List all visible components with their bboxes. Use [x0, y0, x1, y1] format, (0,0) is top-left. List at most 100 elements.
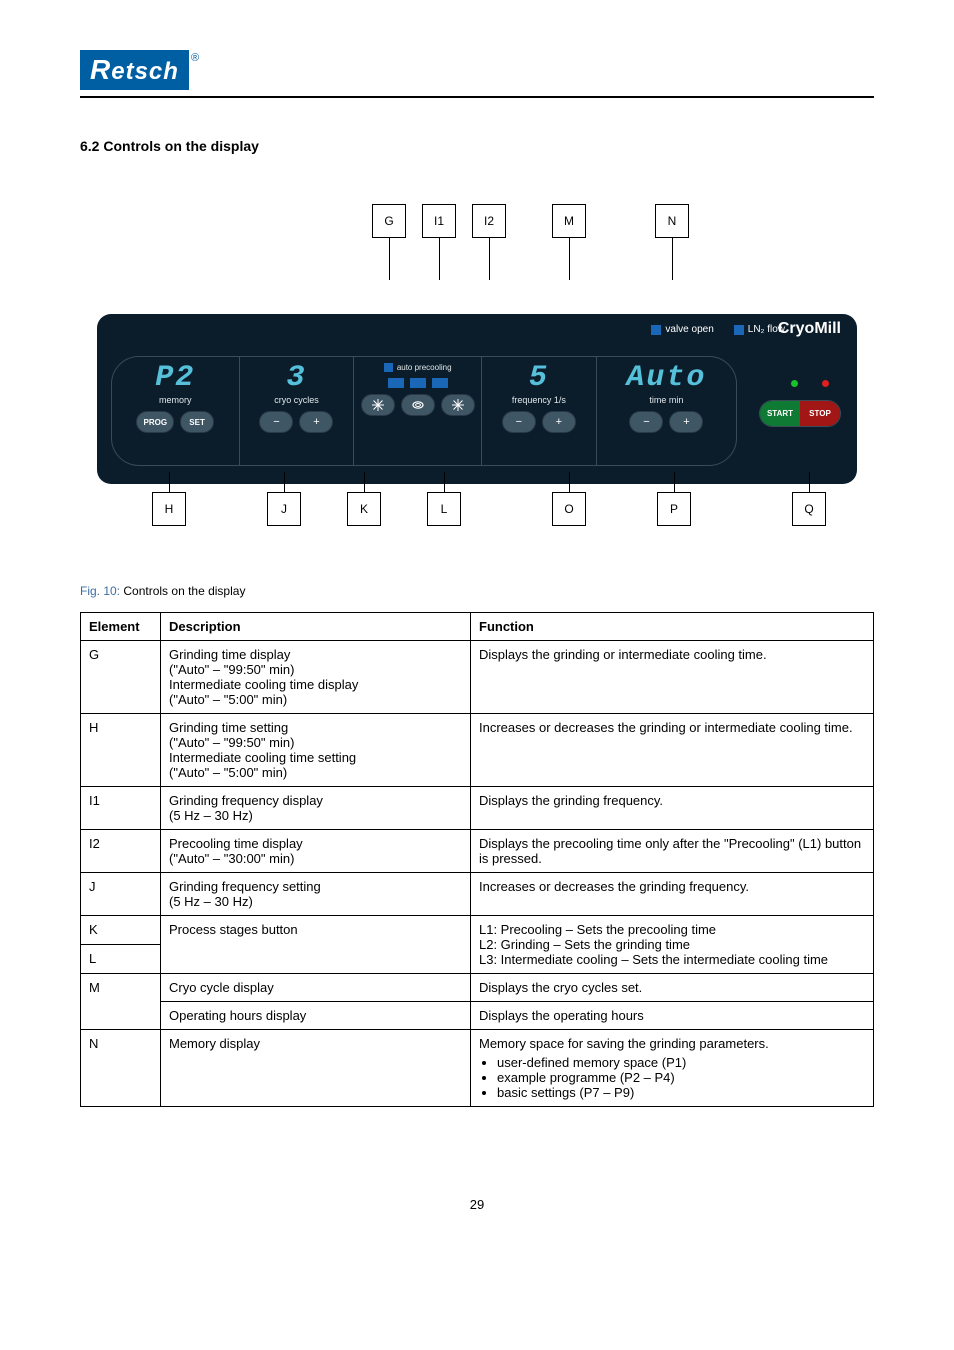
- stage-led-1: [388, 378, 404, 388]
- cell-function: Displays the operating hours: [471, 1002, 874, 1030]
- table-row: I2 Precooling time display ("Auto" – "30…: [81, 830, 874, 873]
- table-row: H Grinding time setting ("Auto" – "99:50…: [81, 714, 874, 787]
- stage-led-3: [432, 378, 448, 388]
- cell-element: H: [81, 714, 161, 787]
- freq-minus-button[interactable]: −: [502, 411, 536, 433]
- grinding-button[interactable]: [401, 394, 435, 416]
- lead: [674, 472, 675, 492]
- lead: [569, 472, 570, 492]
- logo-reg: ®: [191, 52, 199, 64]
- cell-function: Increases or decreases the grinding freq…: [471, 873, 874, 916]
- segment-frequency: 5 frequency 1/s − +: [482, 357, 597, 465]
- logo-mark: Retsch: [80, 50, 189, 90]
- status-leds: [791, 380, 829, 387]
- segment-frame: P2 memory PROG SET 3 cryo cycles − + aut…: [111, 356, 737, 466]
- section-title: 6.2 Controls on the display: [80, 138, 874, 154]
- page-number: 29: [80, 1197, 874, 1212]
- segment-precooling: auto precooling: [354, 357, 482, 465]
- th-description: Description: [161, 613, 471, 641]
- cell-element: G: [81, 641, 161, 714]
- callout-J: J: [267, 492, 301, 526]
- figure-caption: Fig. 10: Controls on the display: [80, 584, 874, 598]
- lead: [169, 472, 170, 492]
- header-rule: [80, 96, 874, 98]
- cell-description: Process stages button: [161, 916, 471, 974]
- segment-cryo-cycles: 3 cryo cycles − +: [240, 357, 355, 465]
- cell-description: Memory display: [161, 1030, 471, 1107]
- display-cryo-cycles: 3: [240, 363, 354, 393]
- table-row: N Memory display Memory space for saving…: [81, 1030, 874, 1107]
- list-item: example programme (P2 – P4): [497, 1070, 865, 1085]
- callout-N: N: [655, 204, 689, 238]
- cell-function: Increases or decreases the grinding or i…: [471, 714, 874, 787]
- controls-table: Element Description Function G Grinding …: [80, 612, 874, 1107]
- table-row: J Grinding frequency setting (5 Hz – 30 …: [81, 873, 874, 916]
- caption-memory: memory: [112, 395, 239, 405]
- cell-description: Grinding time setting ("Auto" – "99:50" …: [161, 714, 471, 787]
- start-button[interactable]: START: [760, 401, 800, 426]
- led-square-icon: [384, 363, 393, 372]
- process-stage-leds: [354, 378, 481, 388]
- display-time: Auto: [597, 363, 736, 393]
- figure-label: Fig. 10:: [80, 584, 120, 598]
- freq-plus-button[interactable]: +: [542, 411, 576, 433]
- lead: [444, 472, 445, 492]
- list-item: basic settings (P7 – P9): [497, 1085, 865, 1100]
- set-button[interactable]: SET: [180, 411, 214, 433]
- cell-function: L1: Precooling – Sets the precooling tim…: [471, 916, 874, 974]
- callout-L: L: [427, 492, 461, 526]
- table-row: I1 Grinding frequency display (5 Hz – 30…: [81, 787, 874, 830]
- cell-element: N: [81, 1030, 161, 1107]
- callout-P: P: [657, 492, 691, 526]
- cell-element: I1: [81, 787, 161, 830]
- segment-time: Auto time min − +: [597, 357, 736, 465]
- callout-K: K: [347, 492, 381, 526]
- table-row: K Process stages button L1: Precooling –…: [81, 916, 874, 945]
- th-element: Element: [81, 613, 161, 641]
- prog-button[interactable]: PROG: [136, 411, 174, 433]
- stage-led-2: [410, 378, 426, 388]
- callout-I2: I2: [472, 204, 506, 238]
- stop-button[interactable]: STOP: [800, 401, 840, 426]
- led-green-icon: [791, 380, 798, 387]
- table-row: G Grinding time display ("Auto" – "99:50…: [81, 641, 874, 714]
- cell-description: Cryo cycle display: [161, 974, 471, 1002]
- logo: Retsch®: [80, 50, 874, 90]
- lead: [439, 238, 440, 280]
- segment-memory: P2 memory PROG SET: [112, 357, 240, 465]
- time-plus-button[interactable]: +: [669, 411, 703, 433]
- cell-description: Grinding time display ("Auto" – "99:50" …: [161, 641, 471, 714]
- led-square-icon: [734, 325, 744, 335]
- device-panel: valve open LN₂ flow CryoMill P2 memory P…: [97, 314, 857, 484]
- lead: [284, 472, 285, 492]
- indicator-valve-label: valve open: [665, 324, 713, 335]
- cell-function: Memory space for saving the grinding par…: [471, 1030, 874, 1107]
- device-brand: CryoMill: [778, 320, 841, 338]
- cycles-minus-button[interactable]: −: [259, 411, 293, 433]
- display-frequency: 5: [482, 363, 596, 393]
- indicator-row: valve open LN₂ flow: [651, 324, 785, 335]
- time-minus-button[interactable]: −: [629, 411, 663, 433]
- table-row: Operating hours display Displays the ope…: [81, 1002, 874, 1030]
- figure-caption-text: Controls on the display: [123, 584, 245, 598]
- cell-element: L: [81, 945, 161, 974]
- callout-H: H: [152, 492, 186, 526]
- callout-Q: Q: [792, 492, 826, 526]
- cell-description: Grinding frequency display (5 Hz – 30 Hz…: [161, 787, 471, 830]
- indicator-valve-open: valve open: [651, 324, 713, 335]
- table-row: M Cryo cycle display Displays the cryo c…: [81, 974, 874, 1002]
- lead: [389, 238, 390, 280]
- caption-frequency: frequency 1/s: [482, 395, 596, 405]
- cell-element: J: [81, 873, 161, 916]
- cell-element: I2: [81, 830, 161, 873]
- cycles-plus-button[interactable]: +: [299, 411, 333, 433]
- callout-I1: I1: [422, 204, 456, 238]
- callout-G: G: [372, 204, 406, 238]
- th-function: Function: [471, 613, 874, 641]
- intermediate-cool-button[interactable]: [441, 394, 475, 416]
- display-memory: P2: [112, 363, 239, 393]
- start-stop-group: START STOP: [759, 400, 841, 427]
- lead: [672, 238, 673, 280]
- precool-button[interactable]: [361, 394, 395, 416]
- cell-function: Displays the precooling time only after …: [471, 830, 874, 873]
